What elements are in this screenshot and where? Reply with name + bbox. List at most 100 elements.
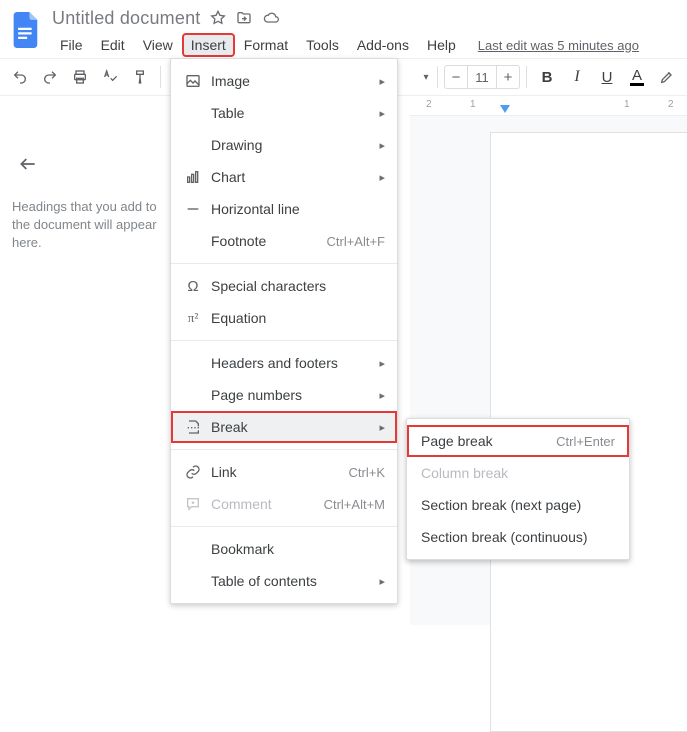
text-color-button[interactable]: A xyxy=(623,63,651,91)
bold-button[interactable]: B xyxy=(533,63,561,91)
chevron-right-icon: ▸ xyxy=(371,107,385,120)
insert-bookmark[interactable]: Bookmark xyxy=(171,533,397,565)
ruler-tick: 2 xyxy=(668,99,674,110)
underline-button[interactable]: U xyxy=(593,63,621,91)
menu-shortcut: Ctrl+Alt+M xyxy=(324,497,385,512)
insert-chart[interactable]: Chart ▸ xyxy=(171,161,397,193)
move-icon[interactable] xyxy=(236,10,252,26)
break-section-next-page[interactable]: Section break (next page) xyxy=(407,489,629,521)
menu-label: Link xyxy=(205,464,349,480)
menu-separator xyxy=(171,263,397,264)
font-size-decrease[interactable]: − xyxy=(445,69,467,86)
insert-horizontal-line[interactable]: Horizontal line xyxy=(171,193,397,225)
outline-sidebar: Headings that you add to the document wi… xyxy=(0,96,170,271)
menu-label: Horizontal line xyxy=(205,201,385,217)
outline-empty-text: Headings that you add to the document wi… xyxy=(12,198,158,253)
menu-addons[interactable]: Add-ons xyxy=(349,34,417,56)
menu-shortcut: Ctrl+Enter xyxy=(556,434,615,449)
insert-menu-dropdown: Image ▸ Table ▸ Drawing ▸ Chart ▸ Horizo… xyxy=(170,58,398,604)
menu-bar: File Edit View Insert Format Tools Add-o… xyxy=(52,30,639,58)
redo-button[interactable] xyxy=(36,63,64,91)
menu-view[interactable]: View xyxy=(135,34,181,56)
font-size-control: − 11 + xyxy=(444,65,520,89)
insert-table[interactable]: Table ▸ xyxy=(171,97,397,129)
print-button[interactable] xyxy=(66,63,94,91)
indent-marker-icon[interactable] xyxy=(500,105,510,113)
ruler-tick: 1 xyxy=(624,99,630,110)
menu-label: Image xyxy=(205,73,371,89)
menu-shortcut: Ctrl+Alt+F xyxy=(326,234,385,249)
menu-label: Section break (continuous) xyxy=(421,529,615,545)
menu-help[interactable]: Help xyxy=(419,34,464,56)
insert-image[interactable]: Image ▸ xyxy=(171,65,397,97)
menu-label: Drawing xyxy=(205,137,371,153)
chevron-right-icon: ▸ xyxy=(371,75,385,88)
menu-separator xyxy=(171,526,397,527)
menu-insert[interactable]: Insert xyxy=(183,34,234,56)
page-break-icon xyxy=(181,419,205,435)
break-page[interactable]: Page break Ctrl+Enter xyxy=(407,425,629,457)
link-icon xyxy=(181,464,205,480)
pi-icon: π² xyxy=(181,310,205,326)
menu-label: Chart xyxy=(205,169,371,185)
menu-label: Footnote xyxy=(205,233,326,249)
paint-format-button[interactable] xyxy=(126,63,154,91)
document-title[interactable]: Untitled document xyxy=(52,8,200,29)
insert-special-characters[interactable]: Ω Special characters xyxy=(171,270,397,302)
image-icon xyxy=(181,73,205,89)
menu-file[interactable]: File xyxy=(52,34,91,56)
break-column: Column break xyxy=(407,457,629,489)
insert-headers-footers[interactable]: Headers and footers ▸ xyxy=(171,347,397,379)
chevron-right-icon: ▸ xyxy=(371,171,385,184)
menu-format[interactable]: Format xyxy=(236,34,296,56)
chevron-right-icon: ▸ xyxy=(371,575,385,588)
last-edit-link[interactable]: Last edit was 5 minutes ago xyxy=(478,38,639,53)
menu-edit[interactable]: Edit xyxy=(93,34,133,56)
ruler-tick: 1 xyxy=(470,99,476,110)
insert-comment: Comment Ctrl+Alt+M xyxy=(171,488,397,520)
cloud-status-icon[interactable] xyxy=(262,10,280,26)
toolbar-separator xyxy=(160,66,161,88)
comment-icon xyxy=(181,496,205,512)
highlight-button[interactable] xyxy=(653,63,681,91)
insert-drawing[interactable]: Drawing ▸ xyxy=(171,129,397,161)
insert-footnote[interactable]: Footnote Ctrl+Alt+F xyxy=(171,225,397,257)
font-size-value[interactable]: 11 xyxy=(467,66,497,88)
menu-label: Special characters xyxy=(205,278,385,294)
menu-label: Comment xyxy=(205,496,324,512)
break-submenu: Page break Ctrl+Enter Column break Secti… xyxy=(406,418,630,560)
back-icon[interactable] xyxy=(18,154,158,174)
insert-link[interactable]: Link Ctrl+K xyxy=(171,456,397,488)
omega-icon: Ω xyxy=(181,278,205,295)
menu-label: Headers and footers xyxy=(205,355,371,371)
menu-label: Break xyxy=(205,419,371,435)
italic-button[interactable]: I xyxy=(563,63,591,91)
chevron-right-icon: ▸ xyxy=(371,139,385,152)
undo-button[interactable] xyxy=(6,63,34,91)
menu-label: Bookmark xyxy=(205,541,385,557)
menu-label: Equation xyxy=(205,310,385,326)
font-size-increase[interactable]: + xyxy=(497,69,519,86)
break-section-continuous[interactable]: Section break (continuous) xyxy=(407,521,629,553)
menu-label: Table of contents xyxy=(205,573,371,589)
chevron-right-icon: ▸ xyxy=(371,389,385,402)
insert-equation[interactable]: π² Equation xyxy=(171,302,397,334)
ruler[interactable]: 2 1 1 2 xyxy=(410,96,687,116)
dropdown-caret-icon[interactable]: ▾ xyxy=(421,72,431,83)
spellcheck-button[interactable] xyxy=(96,63,124,91)
star-icon[interactable] xyxy=(210,10,226,26)
insert-table-of-contents[interactable]: Table of contents ▸ xyxy=(171,565,397,597)
title-bar: Untitled document File Edit View Insert … xyxy=(0,0,687,58)
insert-break[interactable]: Break ▸ xyxy=(171,411,397,443)
menu-tools[interactable]: Tools xyxy=(298,34,347,56)
ruler-tick: 2 xyxy=(426,99,432,110)
menu-separator xyxy=(171,340,397,341)
menu-label: Page numbers xyxy=(205,387,371,403)
toolbar-separator xyxy=(437,66,438,88)
docs-logo[interactable] xyxy=(8,6,44,54)
menu-label: Table xyxy=(205,105,371,121)
insert-page-numbers[interactable]: Page numbers ▸ xyxy=(171,379,397,411)
chevron-right-icon: ▸ xyxy=(371,357,385,370)
menu-separator xyxy=(171,449,397,450)
toolbar-separator xyxy=(526,66,527,88)
